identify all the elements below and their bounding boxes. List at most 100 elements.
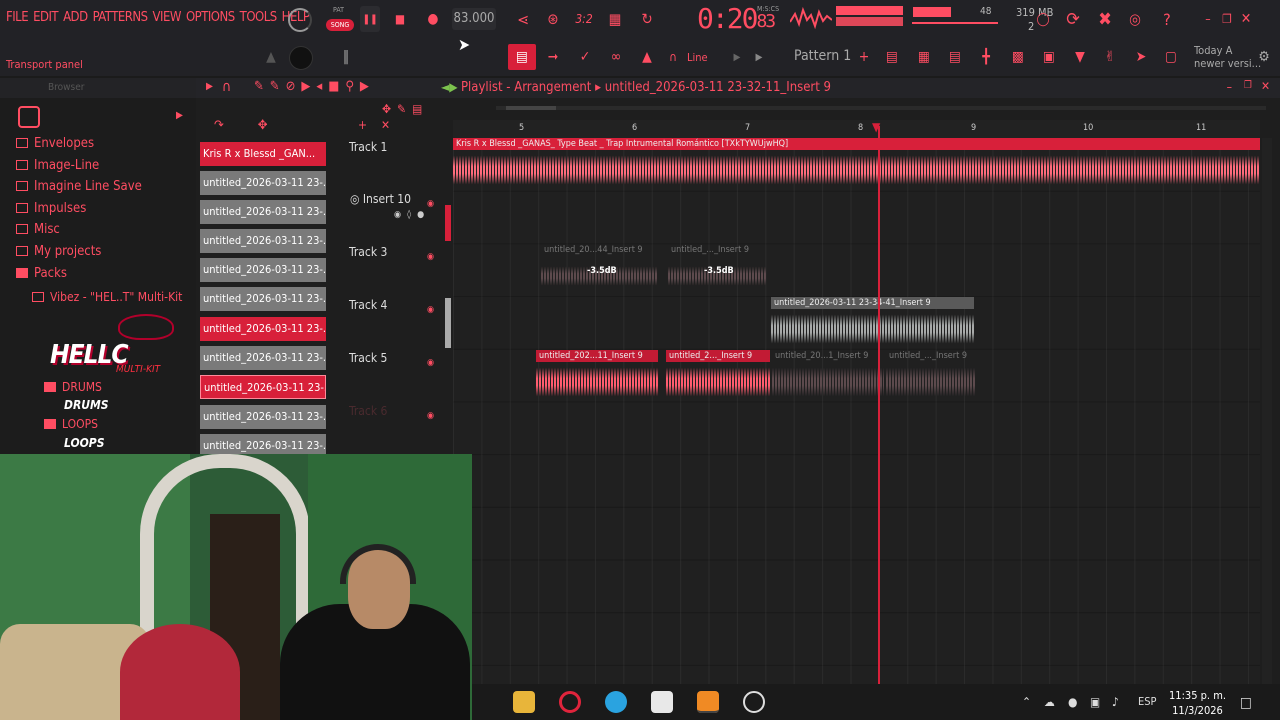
arrange-toggle[interactable]: ✥✎▤ [382, 102, 428, 116]
audio-clip[interactable]: untitled_2..._Insert 9 [666, 350, 770, 402]
step-edit-icon[interactable]: ▦ [604, 6, 626, 32]
browser-item-image-line[interactable]: Image-Line [16, 158, 99, 173]
minimize-icon[interactable]: – [1200, 6, 1216, 32]
track-header-1[interactable]: Track 1 [349, 140, 387, 154]
clip-list-item[interactable]: untitled_2026-03-11 23-... [200, 229, 326, 253]
audio-clip[interactable]: untitled_20...1_Insert 9 [772, 350, 884, 402]
clip-list-item[interactable]: untitled_2026-03-11 23-... [200, 171, 326, 195]
track-header-3[interactable]: Track 3 [349, 245, 387, 259]
file-explorer-icon[interactable] [513, 691, 535, 713]
audio-clip[interactable]: untitled_..._Insert 9 [886, 350, 976, 402]
arrangement-grid[interactable] [453, 138, 1260, 684]
app-icon[interactable] [651, 691, 673, 713]
project-icon[interactable]: ▣ [1037, 44, 1061, 70]
audio-clip[interactable]: untitled_2026-03-11 23-34-41_Insert 9 [771, 297, 974, 349]
obs-icon[interactable] [743, 691, 765, 713]
countdown-icon[interactable]: 3:2 [573, 6, 595, 32]
plugin-tools-icon[interactable]: ✖ [1094, 6, 1116, 32]
magnet-icon[interactable]: ∩ [664, 44, 682, 70]
scroll-thumb[interactable] [506, 106, 556, 110]
mic-tray-icon[interactable]: ● [1068, 695, 1077, 709]
tool-icons[interactable]: ✎✎⊘▶◂■⚲▶ [254, 79, 375, 94]
clip-list-item[interactable]: untitled_2026-03-11 23-... [200, 287, 326, 311]
clip-list-item[interactable]: untitled_2026-03-11 23-... [200, 375, 326, 399]
tempo-display[interactable]: 83.000 [452, 8, 496, 30]
playlist-minimize-icon[interactable]: – [1227, 80, 1232, 94]
pat-mode-toggle[interactable]: PAT [333, 6, 344, 14]
volume-icon[interactable]: ♪ [1112, 695, 1119, 709]
browser-item-loops[interactable]: LOOPS [44, 417, 98, 431]
playlist-arrow-icon[interactable]: ▶ [206, 81, 213, 92]
menu-add[interactable]: ADD [63, 10, 88, 25]
fl-studio-icon[interactable] [697, 691, 719, 713]
master-volume-knob[interactable] [288, 8, 312, 32]
language-indicator[interactable]: ESP [1138, 695, 1157, 708]
menu-file[interactable]: FILE [6, 10, 29, 25]
playhead[interactable] [878, 126, 880, 684]
timeline-ruler[interactable]: 5 6 7 8 9 10 11 [453, 120, 1260, 138]
onedrive-icon[interactable]: ☁ [1044, 695, 1055, 709]
mixer-icon[interactable]: ╋ [974, 44, 998, 70]
track-header-2[interactable]: ◎ Insert 10 [350, 192, 411, 206]
vertical-scrollbar[interactable] [1262, 138, 1272, 684]
close-icon[interactable]: ✕ [1238, 6, 1254, 32]
clip-list-item[interactable]: untitled_2026-03-11 23-... [200, 346, 326, 370]
clip-list-item[interactable]: untitled_2026-03-11 23-... [200, 258, 326, 282]
share-icon[interactable]: ➤ [1129, 44, 1153, 70]
clip-list-item[interactable]: untitled_2026-03-11 23-... [200, 405, 326, 429]
browser-item-misc[interactable]: Misc [16, 222, 60, 237]
playhead-marker-icon[interactable]: ▼ [872, 120, 880, 134]
browser-icon[interactable]: ▩ [1006, 44, 1030, 70]
browser-item-imagine-line-save[interactable]: Imagine Line Save [16, 179, 142, 194]
master-pitch-slider[interactable] [912, 22, 998, 24]
audio-clip[interactable]: untitled_202...11_Insert 9 [536, 350, 658, 402]
loop-record-icon[interactable]: ↻ [635, 6, 659, 32]
playlist-small-tools[interactable]: +✕ [358, 118, 404, 132]
menu-tools[interactable]: TOOLS [240, 10, 278, 25]
clip-list-item[interactable]: Kris R x Blessd _GAN... [200, 142, 326, 166]
pitch-knob[interactable] [289, 46, 313, 70]
maximize-icon[interactable]: ❐ [1219, 6, 1235, 32]
touch-keyboard-icon[interactable]: ✌ [1098, 44, 1122, 70]
playlist-play-icon[interactable]: ◄▶ [441, 80, 458, 94]
track-header-6[interactable]: Track 6 [349, 404, 387, 418]
track-header-4[interactable]: Track 4 [349, 298, 387, 312]
audio-clip[interactable]: Kris R x Blessd _GANAS_ Type Beat _ Trap… [453, 138, 1260, 190]
browser-item-packs[interactable]: Packs [16, 266, 67, 281]
menu-edit[interactable]: EDIT [33, 10, 58, 25]
draw-tool-icon[interactable]: ✓ [574, 44, 596, 70]
record-button[interactable]: ● [423, 6, 443, 32]
refresh-icon[interactable]: ⟳ [1062, 6, 1084, 32]
browser-item-drums[interactable]: DRUMS [44, 380, 102, 394]
audio-clip[interactable]: untitled_20...44_Insert 9 -3.5dB [541, 244, 658, 296]
track-header-5[interactable]: Track 5 [349, 351, 387, 365]
clip-list-item[interactable]: untitled_2026-03-11 23-... [200, 317, 326, 341]
piano-roll-icon[interactable]: ▦ [912, 44, 936, 70]
arrow-right-icon[interactable]: ➞ [542, 44, 564, 70]
notifications-icon[interactable]: □ [1240, 695, 1252, 711]
browser-item-impulses[interactable]: Impulses [16, 201, 86, 216]
horizontal-scroll[interactable] [496, 106, 1266, 110]
playlist-close-icon[interactable]: ✕ [1261, 79, 1270, 93]
song-mode-toggle[interactable]: SONG [326, 19, 354, 31]
master-volume-icon[interactable]: ▲ [262, 44, 280, 70]
taskbar-clock[interactable]: 11:35 p. m. 11/3/2026 [1169, 688, 1226, 718]
tray-overflow-icon[interactable]: ⌃ [1022, 695, 1031, 709]
channel-rack-icon[interactable]: ▤ [943, 44, 967, 70]
stamp-icon[interactable]: ▲ [636, 44, 658, 70]
menu-options[interactable]: OPTIONS [186, 10, 235, 25]
news-panel[interactable]: Today Anewer versi... [1194, 44, 1261, 70]
play-button[interactable]: ❚❚ [360, 6, 380, 32]
clip-list-item[interactable]: untitled_2026-03-11 23-... [200, 200, 326, 224]
menu-patterns[interactable]: PATTERNS [93, 10, 148, 25]
microphone-icon[interactable]: ◎ [1124, 6, 1146, 32]
wait-record-icon[interactable]: ⊛ [541, 6, 565, 32]
playlist-icon[interactable]: ▤ [880, 44, 904, 70]
track-enable-dots[interactable]: ◉◉◉◉◉◉ [427, 178, 437, 474]
store-icon[interactable]: ▢ [1160, 44, 1182, 70]
help-icon[interactable]: ? [1156, 6, 1178, 32]
playlist-view-button[interactable]: ▤ [508, 44, 536, 70]
audio-clip[interactable]: untitled_..._Insert 9 -3.5dB [668, 244, 766, 296]
browser-search-button[interactable] [18, 106, 40, 128]
menu-view[interactable]: VIEW [153, 10, 182, 25]
